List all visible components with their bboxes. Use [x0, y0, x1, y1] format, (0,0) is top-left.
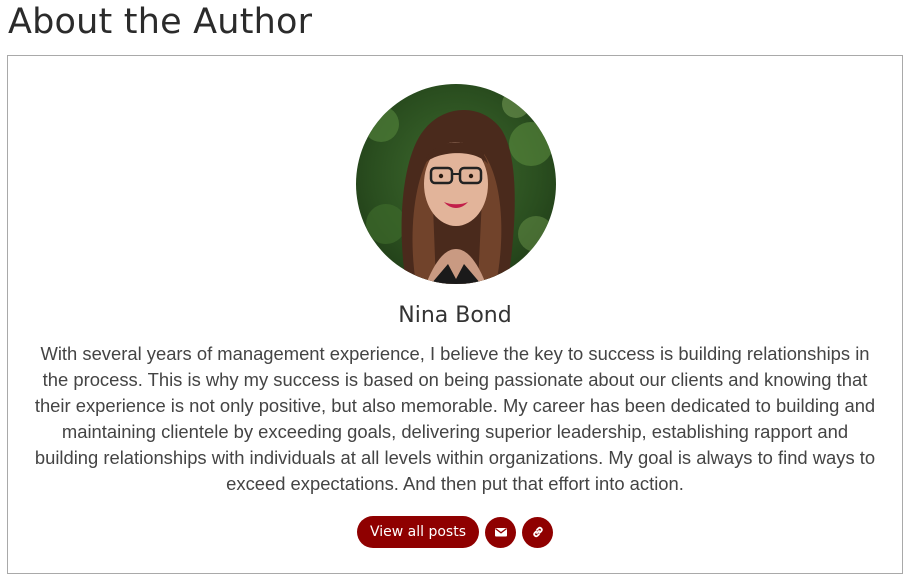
page-title: About the Author [8, 2, 313, 42]
view-all-posts-button[interactable]: View all posts [356, 516, 479, 548]
author-bio: With several years of management experie… [34, 343, 876, 494]
author-avatar [356, 84, 556, 284]
link-icon [532, 526, 543, 538]
website-button[interactable] [522, 516, 553, 548]
author-actions: View all posts [8, 516, 902, 548]
envelope-icon [494, 528, 507, 537]
author-photo [356, 84, 556, 284]
author-name: Nina Bond [398, 303, 512, 328]
email-button[interactable] [485, 516, 516, 548]
author-box: Nina Bond With several years of manageme… [7, 55, 903, 574]
